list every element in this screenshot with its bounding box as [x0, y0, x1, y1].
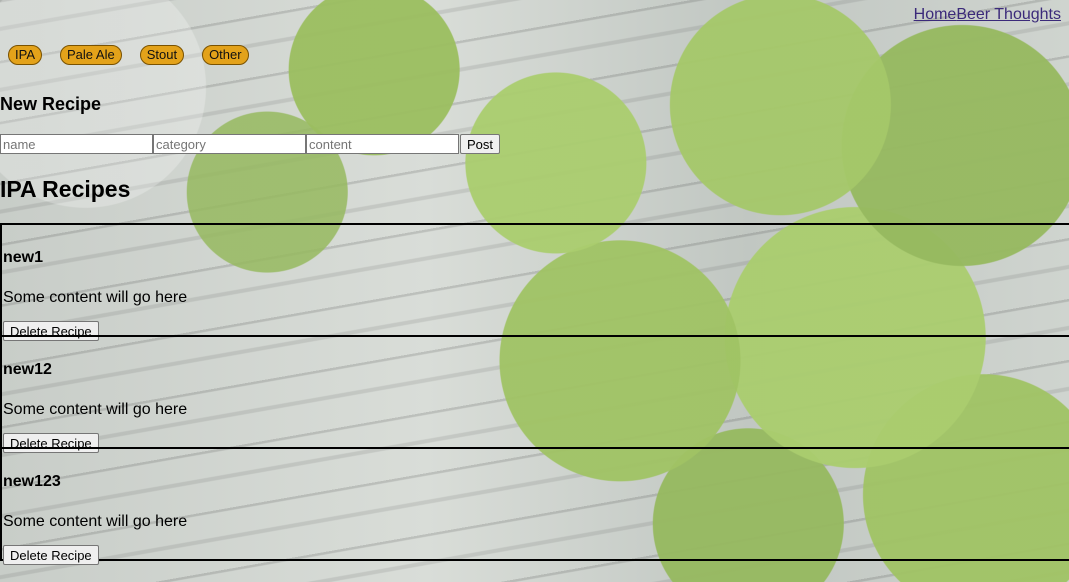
new-recipe-heading: New Recipe — [0, 94, 102, 114]
recipe-card: new123 Some content will go here Delete … — [0, 447, 1069, 565]
recipe-content: Some content will go here — [3, 289, 188, 306]
category-pill-stout[interactable]: Stout — [139, 45, 185, 65]
recipe-list: new1 Some content will go here Delete Re… — [0, 223, 1069, 565]
recipe-name: new1 — [3, 249, 44, 266]
recipe-card: new12 Some content will go here Delete R… — [0, 335, 1069, 453]
recipe-content: Some content will go here — [3, 401, 188, 418]
recipe-content: Some content will go here — [3, 513, 188, 530]
recipe-content-input[interactable] — [306, 134, 459, 154]
category-filter-bar: IPA Pale Ale Stout Other — [8, 45, 249, 65]
new-recipe-form: Post — [0, 134, 501, 154]
recipe-name: new12 — [3, 361, 52, 378]
recipe-category-input[interactable] — [153, 134, 306, 154]
recipe-name-input[interactable] — [0, 134, 153, 154]
category-pill-pale-ale[interactable]: Pale Ale — [60, 45, 122, 65]
category-pill-ipa[interactable]: IPA — [8, 45, 42, 65]
category-pill-other[interactable]: Other — [202, 45, 249, 65]
beer-thoughts-link[interactable]: Beer Thoughts — [956, 6, 1061, 23]
recipe-name: new123 — [3, 473, 61, 490]
recipes-section-title: IPA Recipes — [0, 176, 131, 202]
home-link[interactable]: Home — [914, 6, 957, 23]
top-nav: HomeBeer Thoughts — [914, 6, 1061, 24]
post-button[interactable]: Post — [460, 134, 501, 154]
delete-recipe-button[interactable]: Delete Recipe — [3, 545, 99, 565]
recipe-card: new1 Some content will go here Delete Re… — [0, 223, 1069, 341]
